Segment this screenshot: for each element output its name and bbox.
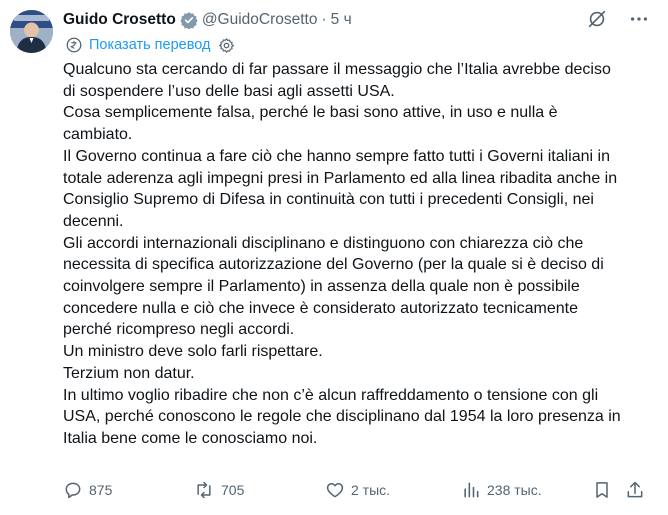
views-count: 238 тыс. bbox=[487, 482, 542, 498]
translate-row: Показать перевод bbox=[65, 35, 235, 55]
repost-icon bbox=[197, 481, 211, 499]
post-text-line: cambiato. bbox=[63, 126, 133, 144]
post-text-line: Il Governo continua a fare ciò che hanno… bbox=[63, 147, 610, 165]
tweet-header: Guido Crosetto @GuidoCrosetto · 5 ч bbox=[63, 10, 352, 30]
like-count: 2 тыс. bbox=[351, 482, 391, 498]
post-time[interactable]: 5 ч bbox=[331, 11, 352, 29]
post-text-line: Un ministro deve solo farli rispettare. bbox=[63, 343, 323, 361]
post-text-line: necessita di specifica autorizzazione de… bbox=[63, 256, 604, 274]
author-handle[interactable]: @GuidoCrosetto bbox=[202, 11, 318, 29]
post-text-line: In ultimo voglio ribadire che non c’è al… bbox=[63, 386, 599, 404]
post-text-line: decenni. bbox=[63, 212, 124, 230]
repost-count: 705 bbox=[221, 482, 245, 498]
reply-button[interactable]: 875 bbox=[63, 479, 112, 501]
settings-gear-icon[interactable] bbox=[218, 37, 235, 54]
translate-icon bbox=[65, 36, 83, 54]
views-button[interactable]: 238 тыс. bbox=[461, 479, 542, 501]
post-text-line: di sospendere l’uso delle basi agli asse… bbox=[63, 82, 395, 100]
heart-icon bbox=[326, 483, 344, 498]
separator-dot: · bbox=[321, 11, 327, 28]
more-options-icon[interactable] bbox=[628, 8, 650, 30]
post-text-line: Terzium non datur. bbox=[63, 364, 195, 382]
avatar-image bbox=[10, 10, 53, 53]
reply-icon bbox=[65, 482, 81, 499]
tweet[interactable]: Guido Crosetto @GuidoCrosetto · 5 ч Пока… bbox=[0, 0, 668, 515]
post-text-line: USA, perché conoscono le regole che disc… bbox=[63, 408, 621, 426]
verified-badge-icon bbox=[180, 11, 198, 30]
post-text-line: Italia bene come le conosciamo noi. bbox=[63, 429, 318, 447]
post-text-line: Cosa semplicemente falsa, perché le basi… bbox=[63, 104, 558, 122]
post-text-line: totale aderenza agli impegni presi in Pa… bbox=[63, 169, 618, 187]
author-name[interactable]: Guido Crosetto bbox=[63, 11, 176, 29]
post-text-line: Consiglio Supremo di Difesa in continuit… bbox=[63, 191, 594, 209]
like-button[interactable]: 2 тыс. bbox=[325, 479, 390, 501]
reply-count: 875 bbox=[89, 482, 113, 498]
post-body: Qualcuno sta cercando di far passare il … bbox=[63, 59, 659, 450]
share-button[interactable] bbox=[625, 479, 645, 501]
views-chart-icon bbox=[464, 482, 479, 498]
post-text-line: Qualcuno sta cercando di far passare il … bbox=[63, 61, 611, 78]
author-avatar[interactable] bbox=[10, 10, 53, 53]
bookmark-icon bbox=[596, 482, 608, 498]
repost-button[interactable]: 705 bbox=[193, 479, 244, 501]
grok-icon[interactable] bbox=[586, 8, 608, 30]
show-translation-link[interactable]: Показать перевод bbox=[89, 37, 210, 53]
action-bar: 875 705 2 тыс. 238 тыс. bbox=[63, 479, 653, 501]
bookmark-button[interactable] bbox=[592, 479, 612, 501]
header-actions bbox=[586, 8, 650, 30]
post-text-line: Gli accordi internazionali disciplinano … bbox=[63, 234, 584, 252]
post-text-line: coinvolgere sempre il Parlamento) in ass… bbox=[63, 278, 580, 296]
post-text-line: perché ricompreso negli accordi. bbox=[63, 321, 295, 339]
post-text-line: concedere nulla e ciò che invece è consi… bbox=[63, 299, 578, 317]
share-icon bbox=[627, 481, 643, 498]
